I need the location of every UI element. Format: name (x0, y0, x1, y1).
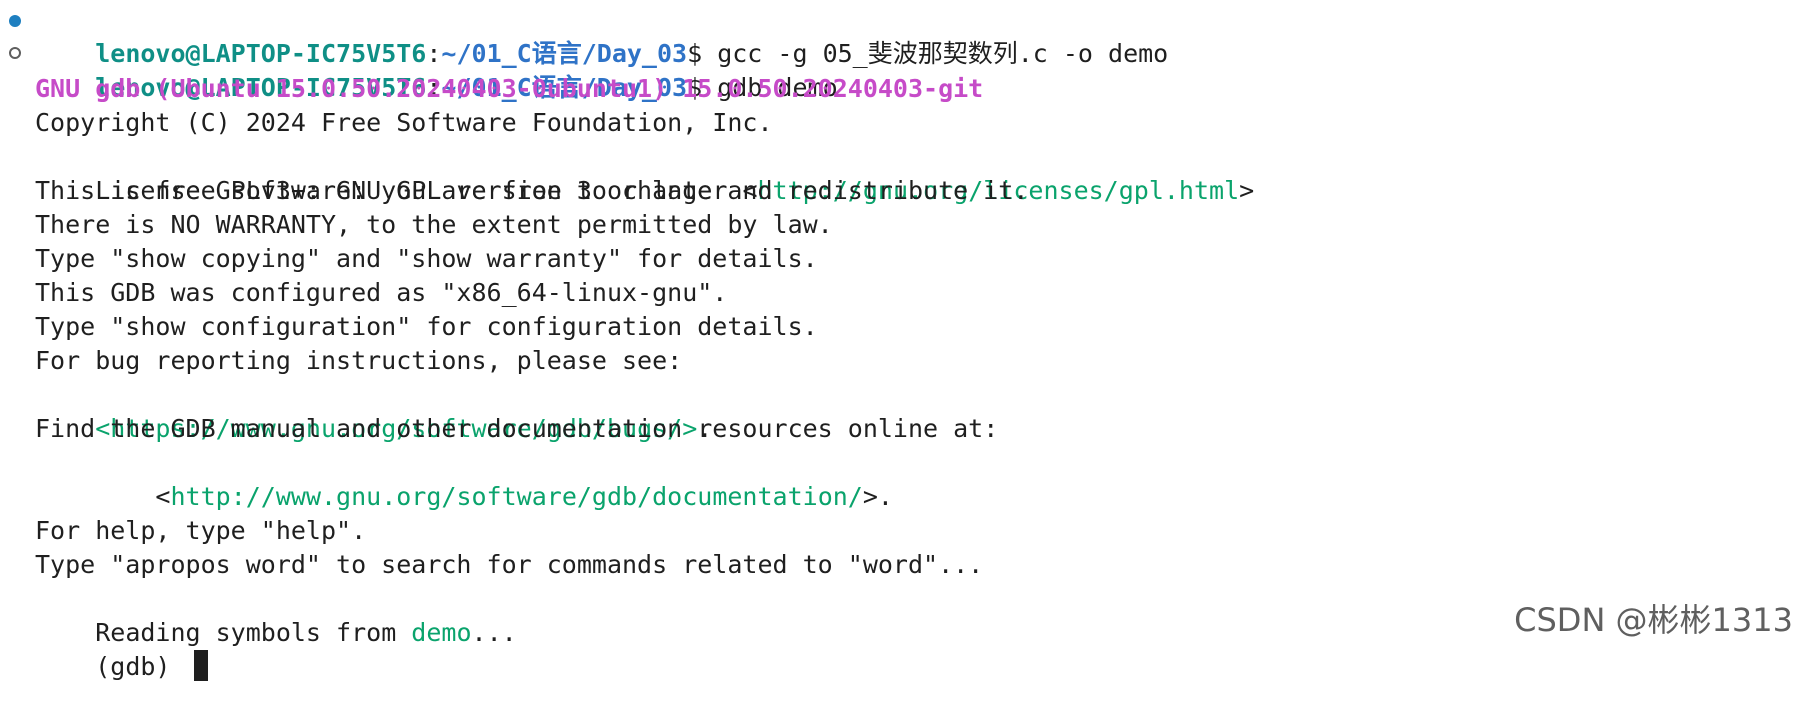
gdb-bug-reporting-line: For bug reporting instructions, please s… (35, 346, 683, 375)
gdb-warranty-line: There is NO WARRANTY, to the extent perm… (35, 210, 833, 239)
terminal-command-line: lenovo@LAPTOP-IC75V5T6:~/01_C语言/Day_03$ … (35, 37, 837, 102)
gdb-bugs-url-line: <https://www.gnu.org/software/gdb/bugs/>… (35, 378, 712, 443)
gdb-manual-line: Find the GDB manual and other documentat… (35, 414, 999, 443)
gdb-help-line: For help, type "help". (35, 516, 367, 545)
command-status-dot-icon (9, 15, 21, 27)
gdb-prompt: (gdb) (95, 652, 186, 681)
gdb-show-copying-line: Type "show copying" and "show warranty" … (35, 244, 818, 273)
terminal-command-line: lenovo@LAPTOP-IC75V5T6:~/01_C语言/Day_03$ … (35, 3, 1168, 68)
gdb-configured-line: This GDB was configured as "x86_64-linux… (35, 278, 728, 307)
reading-symbols-suffix: ... (471, 618, 517, 647)
command-status-dot-icon (9, 47, 21, 59)
gdb-show-configuration-line: Type "show configuration" for configurat… (35, 312, 818, 341)
csdn-watermark: CSDN @彬彬1313 (1514, 601, 1793, 639)
gdb-license-line: License GPLv3+: GNU GPL version 3 or lat… (35, 140, 1254, 205)
documentation-url-suffix: >. (862, 482, 893, 511)
gdb-copyright-line: Copyright (C) 2024 Free Software Foundat… (35, 108, 773, 137)
gdb-input-line[interactable]: (gdb) (35, 616, 208, 681)
gdb-documentation-url-line: <http://www.gnu.org/software/gdb/documen… (35, 446, 893, 511)
reading-symbols-file: demo (411, 618, 472, 647)
text-cursor (193, 650, 208, 681)
license-link-close: > (1239, 176, 1255, 205)
gdb-version-title: GNU gdb (Ubuntu 15.0.50.20240403-0ubuntu… (35, 74, 984, 103)
documentation-indent: < (95, 482, 171, 511)
gdb-apropos-line: Type "apropos word" to search for comman… (35, 550, 984, 579)
gdb-reading-symbols-line: Reading symbols from demo... (35, 582, 516, 647)
documentation-url-link[interactable]: http://www.gnu.org/software/gdb/document… (170, 482, 862, 511)
terminal-output-area[interactable]: lenovo@LAPTOP-IC75V5T6:~/01_C语言/Day_03$ … (0, 0, 1798, 681)
gdb-free-software-line: This is free software: you are free to c… (35, 176, 1029, 205)
